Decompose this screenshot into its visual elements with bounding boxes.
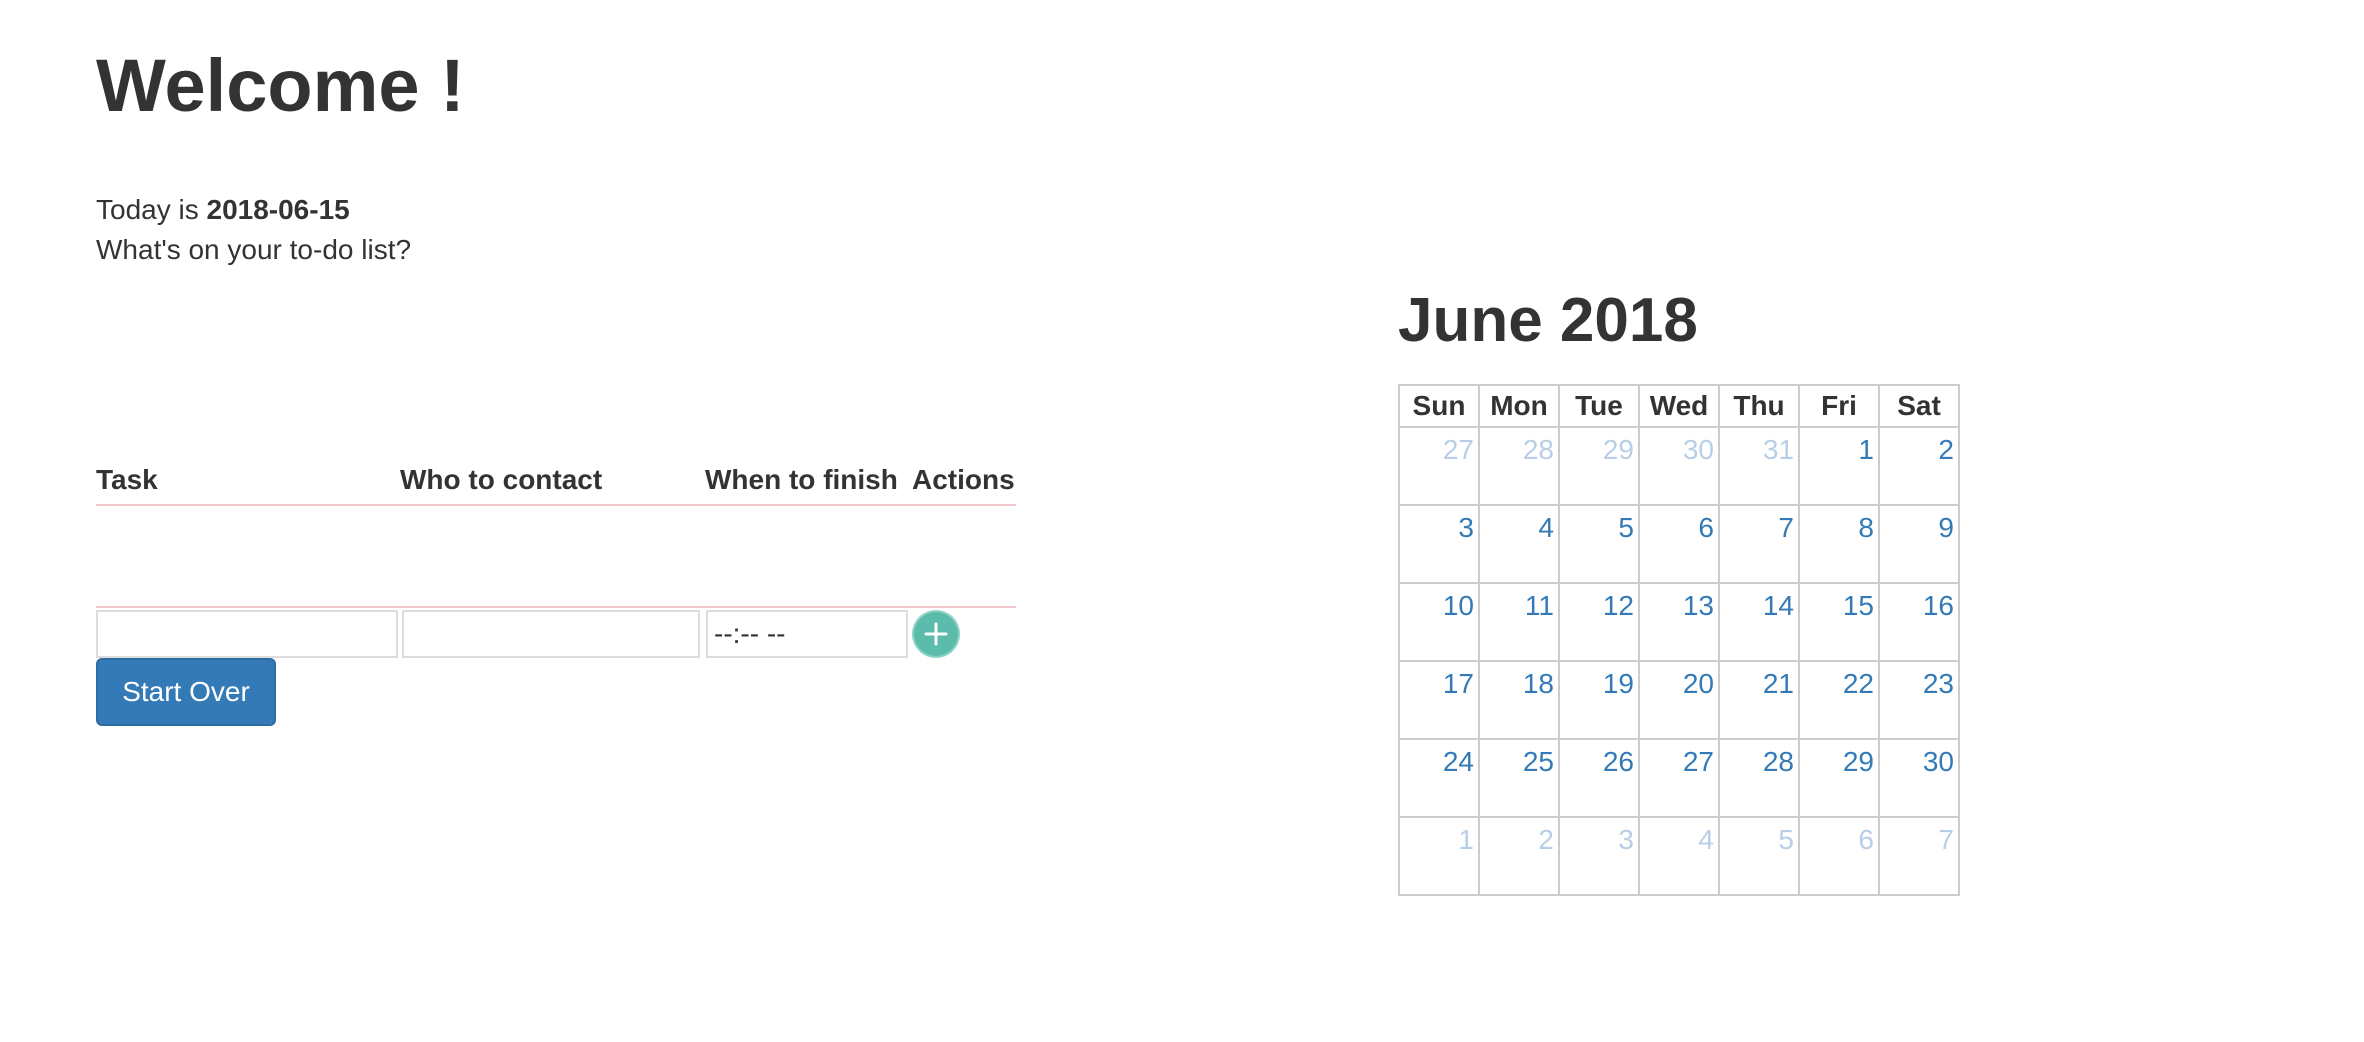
calendar-day[interactable]: 15 [1798,582,1880,662]
todo-table-header: Task Who to contact When to finish Actio… [96,460,1016,506]
calendar-day[interactable]: 9 [1878,504,1960,584]
calendar-day-other-month[interactable]: 1 [1398,816,1480,896]
todo-table-body [96,506,1016,608]
page-title: Welcome ! [96,44,465,127]
calendar-title: June 2018 [1398,286,1698,355]
calendar-week-row: 1234567 [1398,816,1960,896]
calendar-week-row: 27 28 29 30 31 1 2 [1398,426,1960,506]
today-line: Today is 2018-06-15 [96,190,350,230]
calendar-day[interactable]: 19 [1558,660,1640,740]
weekday-header: Mon [1478,384,1560,428]
calendar-day[interactable]: 3 [1398,504,1480,584]
calendar-week-row: 24 25 26 27 28 29 30 [1398,738,1960,818]
calendar-day[interactable]: 24 [1398,738,1480,818]
weekday-header: Sat [1878,384,1960,428]
calendar-day-other-month[interactable]: 2 [1478,816,1560,896]
task-input[interactable] [96,610,398,658]
calendar-day[interactable]: 30 [1878,738,1960,818]
calendar-day[interactable]: 22 [1798,660,1880,740]
contact-input[interactable] [402,610,700,658]
calendar-day[interactable]: 4 [1478,504,1560,584]
calendar-day-other-month[interactable]: 27 [1398,426,1480,506]
column-header-when-to-finish: When to finish [705,464,898,495]
weekday-header: Tue [1558,384,1640,428]
calendar-day[interactable]: 1 [1798,426,1880,506]
today-date: 2018-06-15 [206,194,350,225]
column-header-actions: Actions [912,464,1015,495]
weekday-header: Wed [1638,384,1720,428]
calendar-day[interactable]: 8 [1798,504,1880,584]
weekday-header: Thu [1718,384,1800,428]
calendar-day-other-month[interactable]: 28 [1478,426,1560,506]
calendar-week-row: 17 18 19 20 21 22 23 [1398,660,1960,740]
calendar-day[interactable]: 2 [1878,426,1960,506]
add-task-button[interactable] [914,612,958,656]
calendar-day[interactable]: 28 [1718,738,1800,818]
calendar-day-other-month[interactable]: 30 [1638,426,1720,506]
calendar-day-other-month[interactable]: 29 [1558,426,1640,506]
plus-icon [924,622,948,646]
column-header-who-to-contact: Who to contact [400,464,603,495]
calendar-day[interactable]: 7 [1718,504,1800,584]
weekday-header: Fri [1798,384,1880,428]
calendar-week-row: 10 11 12 13 14 15 16 [1398,582,1960,662]
start-over-button[interactable]: Start Over [96,658,276,726]
calendar-day[interactable]: 14 [1718,582,1800,662]
calendar-day[interactable]: 20 [1638,660,1720,740]
calendar-day[interactable]: 13 [1638,582,1720,662]
calendar-day[interactable]: 17 [1398,660,1480,740]
today-prefix: Today is [96,194,207,225]
calendar-weekday-row: Sun Mon Tue Wed Thu Fri Sat [1398,384,1960,428]
calendar-day[interactable]: 27 [1638,738,1720,818]
calendar-body: 27 28 29 30 31 1 2 3 4 5 6 7 8 9 10 11 12 13 14 15 16 17 18 19 2… [1398,426,1960,896]
weekday-header: Sun [1398,384,1480,428]
calendar-day[interactable]: 18 [1478,660,1560,740]
new-task-row [96,610,1016,664]
calendar-day-other-month[interactable]: 31 [1718,426,1800,506]
calendar-day[interactable]: 25 [1478,738,1560,818]
calendar-day-other-month[interactable]: 5 [1718,816,1800,896]
calendar-day[interactable]: 21 [1718,660,1800,740]
calendar-day[interactable]: 11 [1478,582,1560,662]
calendar-day[interactable]: 12 [1558,582,1640,662]
calendar-day[interactable]: 10 [1398,582,1480,662]
time-input[interactable] [706,610,908,658]
calendar-day[interactable]: 5 [1558,504,1640,584]
calendar-day[interactable]: 26 [1558,738,1640,818]
calendar-day-other-month[interactable]: 7 [1878,816,1960,896]
calendar-day-other-month[interactable]: 6 [1798,816,1880,896]
column-header-task: Task [96,464,158,495]
calendar-day[interactable]: 16 [1878,582,1960,662]
calendar-day[interactable]: 29 [1798,738,1880,818]
calendar-day[interactable]: 23 [1878,660,1960,740]
calendar-day-other-month[interactable]: 4 [1638,816,1720,896]
todo-prompt: What's on your to-do list? [96,234,412,265]
calendar-grid: Sun Mon Tue Wed Thu Fri Sat 27 28 29 30 31 1 2 3 4 5 6 7 8… [1398,384,1960,896]
calendar-day-other-month[interactable]: 3 [1558,816,1640,896]
todo-table: Task Who to contact When to finish Actio… [96,460,1016,664]
calendar-week-row: 3456789 [1398,504,1960,584]
calendar-day[interactable]: 6 [1638,504,1720,584]
